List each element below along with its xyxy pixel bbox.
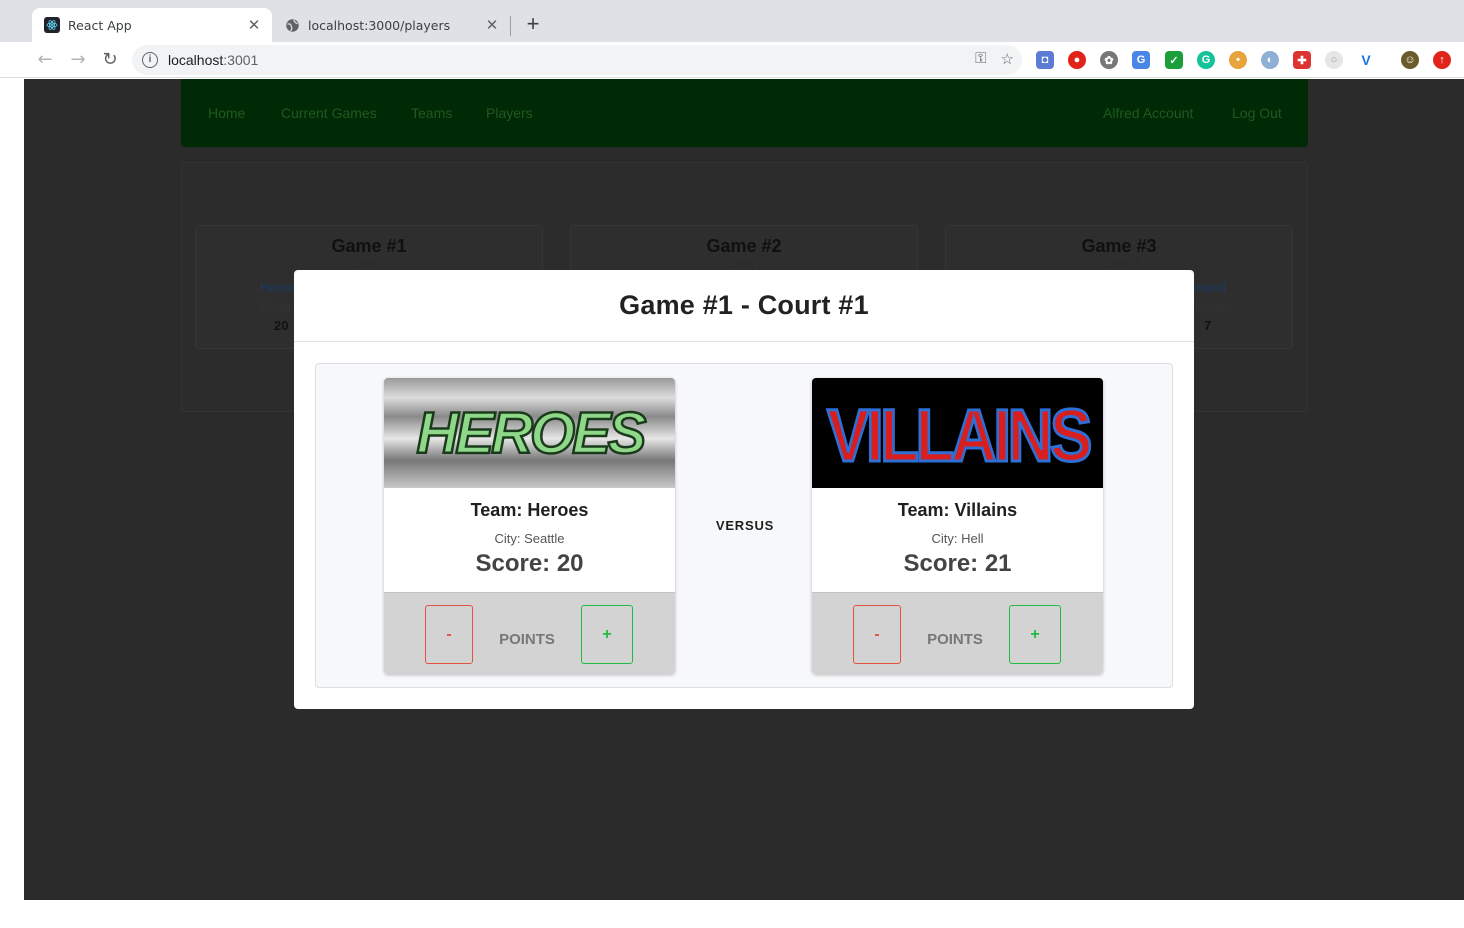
modal-body: HEROES Team: Heroes City: Seattle Score:…: [315, 363, 1173, 688]
team-city: City: Hell: [931, 531, 984, 546]
team-score: Score: 21: [903, 550, 1012, 577]
game-title: Game #2: [706, 236, 782, 256]
game-title: Game #1: [331, 236, 407, 256]
minus-point-button[interactable]: -: [425, 605, 473, 664]
game-city: llevue: [1192, 299, 1226, 314]
villains-logo: VILLAINS: [812, 378, 1103, 488]
villains-logo-text: VILLAINS: [827, 394, 1090, 477]
game-team: eam3: [1194, 280, 1227, 295]
game-score: 20: [274, 318, 289, 333]
close-tab-icon[interactable]: ✕: [244, 16, 264, 34]
key-icon[interactable]: ⚿: [975, 50, 986, 68]
new-tab-icon[interactable]: +: [522, 12, 544, 36]
game-modal: Game #1 - Court #1 HEROES Team: Heroes C…: [294, 270, 1194, 709]
globe-icon: [284, 17, 300, 33]
team-score: Score: 20: [475, 550, 584, 577]
plus-point-button[interactable]: +: [1009, 605, 1061, 664]
game-city: Seatt: [261, 299, 292, 314]
team-content: Team: Villains City: Hell Score: 21: [812, 488, 1103, 578]
translate-extension-icon[interactable]: G: [1132, 51, 1150, 69]
minus-point-button[interactable]: -: [853, 605, 901, 664]
team-name: Team: Villains: [897, 500, 1018, 520]
team-card-heroes: HEROES Team: Heroes City: Seattle Score:…: [384, 378, 675, 674]
nav-account[interactable]: Alfred Account: [1103, 105, 1193, 121]
star-icon[interactable]: ☆: [1001, 50, 1014, 68]
team-city: City: Seattle: [494, 531, 565, 546]
tab-players[interactable]: localhost:3000/players ✕: [272, 8, 510, 42]
nav-logout[interactable]: Log Out: [1232, 105, 1282, 121]
plus-point-button[interactable]: +: [581, 605, 633, 664]
gift-extension-icon[interactable]: ✚: [1293, 51, 1311, 69]
heroes-logo-text: HEROES: [416, 401, 646, 466]
page-margin: [0, 79, 24, 900]
forward-icon[interactable]: →: [66, 48, 90, 72]
versus-label: VERSUS: [715, 518, 775, 533]
camera-extension-icon[interactable]: ◘: [1036, 51, 1054, 69]
cookie-extension-icon[interactable]: •: [1229, 51, 1247, 69]
puzzle-extension-icon[interactable]: ✿: [1100, 51, 1118, 69]
update-icon[interactable]: ↑: [1433, 51, 1451, 69]
tab-title: localhost:3000/players: [308, 17, 451, 33]
avatar[interactable]: ☺: [1401, 51, 1419, 69]
points-controls: - POINTS +: [812, 592, 1103, 674]
close-tab-icon[interactable]: ✕: [482, 16, 502, 34]
team-content: Team: Heroes City: Seattle Score: 20: [384, 488, 675, 578]
url-port: :3001: [223, 52, 259, 68]
points-controls: - POINTS +: [384, 592, 675, 674]
adblock-extension-icon[interactable]: ●: [1068, 51, 1086, 69]
nav-teams[interactable]: Teams: [411, 105, 452, 121]
game-court: Court 3: [1099, 257, 1139, 271]
url-host: localhost: [168, 52, 224, 68]
game-court: Court 1: [349, 257, 389, 271]
heroes-logo: HEROES: [384, 378, 675, 488]
info-icon[interactable]: i: [142, 52, 158, 68]
browser-toolbar: ← → ↻ i localhost:3001 ⚿ ☆ ◘ ● ✿ G ✓ G •…: [0, 42, 1464, 78]
check-extension-icon[interactable]: ✓: [1165, 51, 1183, 69]
tab-react-app[interactable]: React App ✕: [32, 8, 272, 42]
game-title: Game #3: [1081, 236, 1157, 256]
game-score: 7: [1204, 318, 1212, 333]
back-icon[interactable]: ←: [33, 48, 57, 72]
modal-header: Game #1 - Court #1: [294, 270, 1194, 342]
app-navbar: Home Current Games Teams Players Alfred …: [181, 79, 1308, 147]
game-court: Court 2: [724, 257, 764, 271]
team-card-villains: VILLAINS Team: Villains City: Hell Score…: [812, 378, 1103, 674]
page-bottom-margin: [0, 900, 1464, 928]
address-bar[interactable]: i localhost:3001 ⚿ ☆: [132, 45, 1022, 75]
modal-title: Game #1 - Court #1: [619, 290, 869, 320]
tab-separator: [510, 16, 511, 36]
team-name: Team: Heroes: [470, 500, 589, 520]
points-label: POINTS: [499, 631, 555, 648]
tab-title: React App: [68, 17, 132, 33]
reload-icon[interactable]: ↻: [98, 48, 122, 72]
browser-tab-bar: React App ✕ localhost:3000/players ✕ +: [0, 0, 1464, 42]
points-label: POINTS: [927, 631, 983, 648]
ghost-extension-icon[interactable]: ○: [1325, 51, 1343, 69]
grammarly-extension-icon[interactable]: G: [1197, 51, 1215, 69]
game-team: Heroe: [260, 280, 296, 295]
react-icon: [44, 17, 60, 33]
nav-current-games[interactable]: Current Games: [281, 105, 377, 121]
nav-home[interactable]: Home: [208, 105, 245, 121]
vue-extension-icon[interactable]: V: [1357, 51, 1375, 69]
compass-extension-icon[interactable]: ◐: [1261, 51, 1279, 69]
nav-players[interactable]: Players: [486, 105, 533, 121]
